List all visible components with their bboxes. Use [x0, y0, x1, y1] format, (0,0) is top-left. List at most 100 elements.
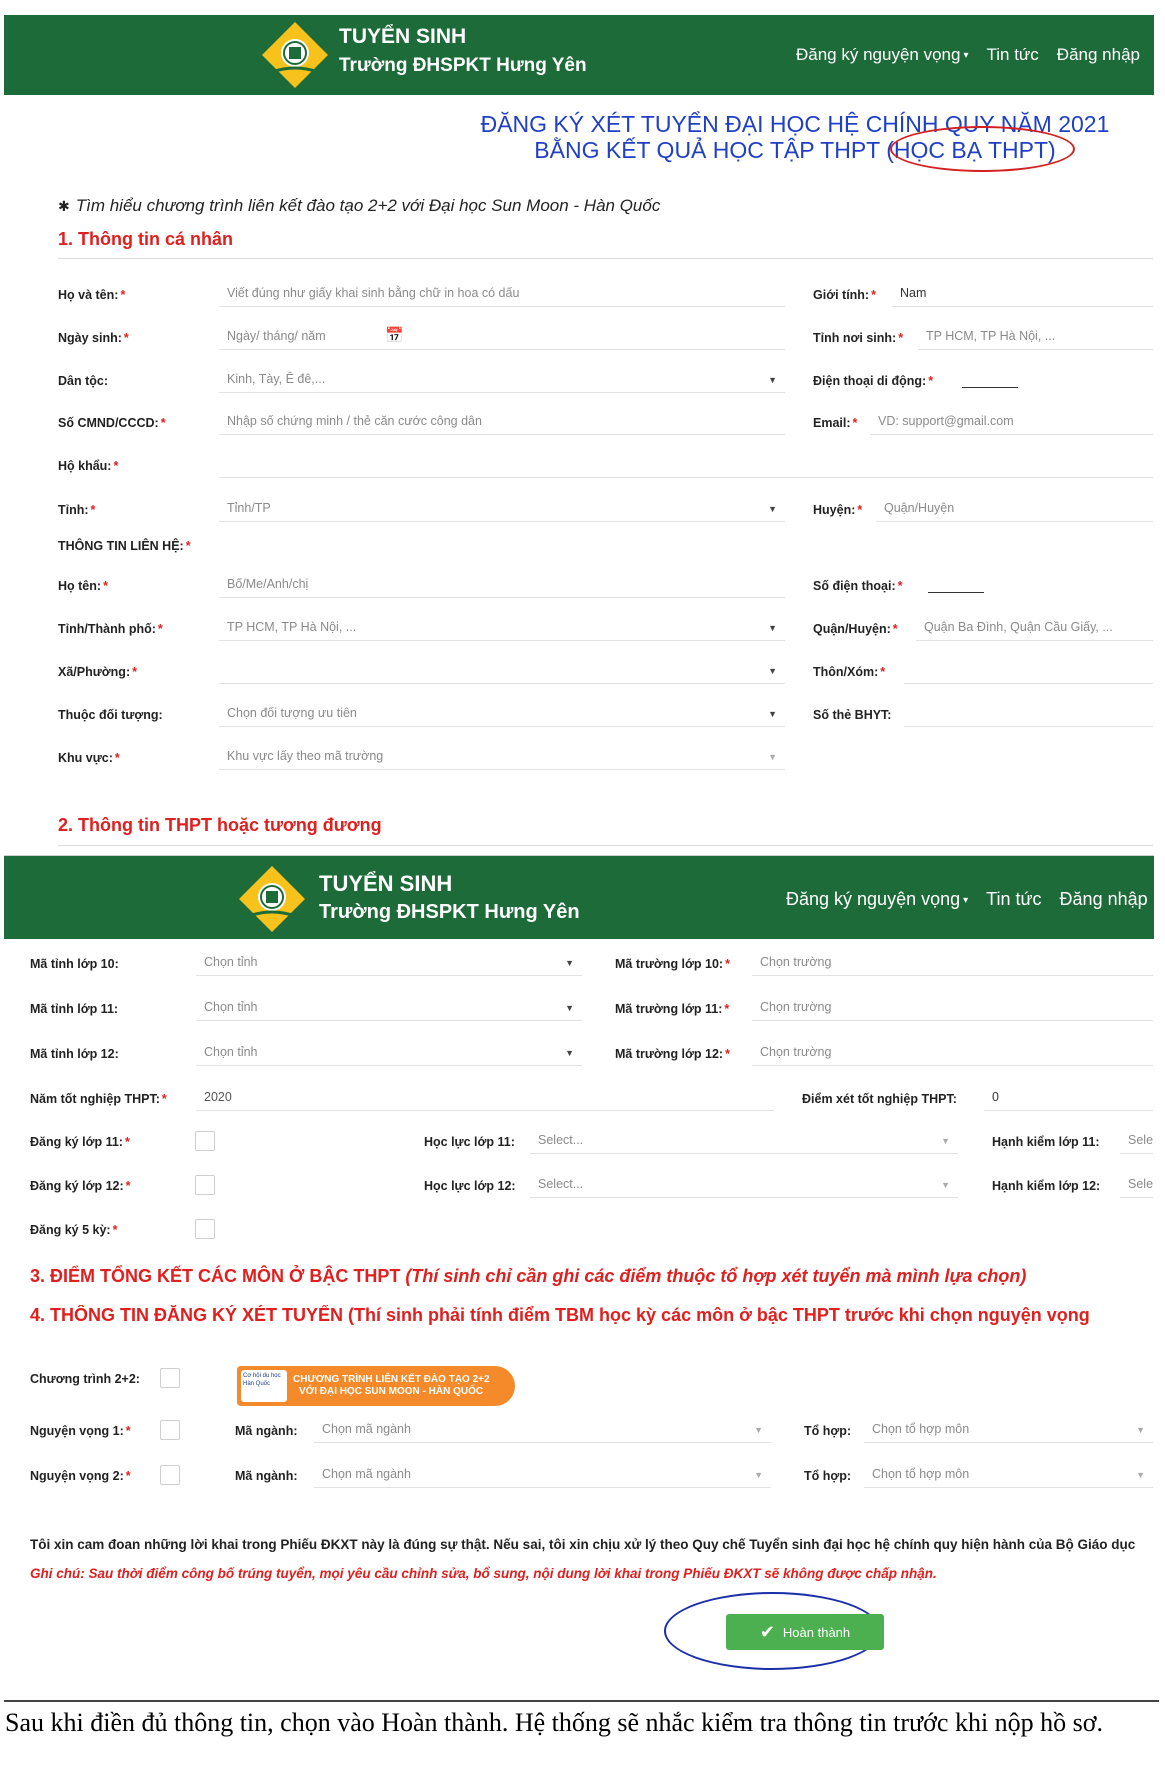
reg-11-checkbox[interactable] [195, 1131, 215, 1151]
insurance-input[interactable] [904, 703, 1153, 727]
label-ability-11: Học lực lớp 11: [424, 1135, 515, 1149]
label-reg-12: Đăng ký lớp 12: * [30, 1179, 131, 1193]
major-2-select[interactable]: Chọn mã ngành ▼ [314, 1464, 771, 1488]
school-10-input[interactable]: Chọn trường [752, 952, 1153, 976]
note-text: Ghi chú: Sau thời điểm công bố trúng tuy… [30, 1566, 937, 1581]
province-12-select[interactable]: Chọn tỉnh ▼ [196, 1042, 582, 1066]
label-grad-year: Năm tốt nghiệp THPT: * [30, 1092, 167, 1106]
label-dob: Ngày sinh: * [58, 331, 129, 345]
idcard-input[interactable]: Nhập số chứng minh / thẻ căn cước công d… [219, 411, 785, 435]
school-logo-icon[interactable] [237, 864, 307, 934]
section-school-info: 2. Thông tin THPT hoặc tương đương [58, 815, 382, 835]
combo-2-select[interactable]: Chọn tổ hợp môn ▼ [864, 1464, 1153, 1488]
ability-12-select[interactable]: Select... ▼ [530, 1174, 958, 1198]
choice-1-checkbox[interactable] [160, 1420, 180, 1440]
email-input[interactable]: VD: support@gmail.com [870, 411, 1153, 435]
caret-down-icon: ▼ [1136, 1425, 1145, 1435]
declaration-text: Tôi xin cam đoan những lời khai trong Ph… [30, 1537, 1136, 1552]
fullname-input[interactable]: Viết đúng như giấy khai sinh bằng chữ in… [219, 283, 785, 307]
label-ward: Xã/Phường: * [58, 665, 137, 679]
contact-name-input[interactable]: Bố/Me/Anh/chị [219, 574, 785, 598]
nav-news[interactable]: Tin tức [986, 889, 1041, 910]
caret-down-icon: ▼ [768, 623, 777, 633]
province-11-select[interactable]: Chọn tỉnh ▼ [196, 997, 582, 1021]
birthplace-input[interactable]: TP HCM, TP Hà Nội, ... [918, 326, 1153, 350]
program-banner[interactable]: Cơ hội du học Hàn Quốc CHƯƠNG TRÌNH LIÊN… [237, 1366, 515, 1406]
caret-down-icon: ▾ [963, 50, 969, 62]
label-grad-score: Điểm xét tốt nghiệp THPT: [802, 1092, 957, 1106]
brand-subtitle: Trường ĐHSPKT Hưng Yên [319, 901, 580, 923]
section-scores: 3. ĐIỂM TỔNG KẾT CÁC MÔN Ở BẬC THPT (Thí… [30, 1266, 1027, 1286]
school-12-input[interactable]: Chọn trường [752, 1042, 1153, 1066]
school-logo-icon[interactable] [260, 20, 330, 90]
brand-title: TUYỂN SINH [339, 25, 467, 48]
combo-1-select[interactable]: Chọn tổ hợp môn ▼ [864, 1419, 1153, 1443]
red-annotation-circle [890, 126, 1075, 172]
reg-12-checkbox[interactable] [195, 1175, 215, 1195]
nav-login[interactable]: Đăng nhập [1057, 45, 1140, 65]
label-priority: Thuộc đối tượng: [58, 708, 163, 722]
priority-select[interactable]: Chọn đối tượng ưu tiên ▼ [219, 703, 785, 727]
province-select[interactable]: Tỉnh/TP ▼ [219, 498, 785, 522]
caret-down-icon: ▼ [768, 709, 777, 719]
hamlet-input[interactable] [904, 660, 1153, 684]
label-gender: Giới tính: * [813, 288, 876, 302]
label-conduct-11: Hạnh kiểm lớp 11: [992, 1135, 1100, 1149]
label-province: Tỉnh: * [58, 503, 96, 517]
nav-login[interactable]: Đăng nhập [1060, 889, 1148, 910]
major-1-select[interactable]: Chọn mã ngành ▼ [314, 1419, 771, 1443]
program-notice[interactable]: ✱ Tìm hiểu chương trình liên kết đào tạo … [58, 196, 660, 216]
calendar-icon[interactable]: 📅 [385, 326, 404, 344]
ability-11-select[interactable]: Select... ▼ [530, 1130, 958, 1154]
label-contact-phone: Số điện thoại: * [813, 579, 903, 593]
grad-year-input[interactable]: 2020 [196, 1087, 774, 1111]
label-ability-12: Học lực lớp 12: [424, 1179, 516, 1193]
submit-button[interactable]: ✔ Hoàn thành [726, 1614, 884, 1650]
dob-input[interactable]: Ngày/ tháng/ năm [219, 326, 785, 350]
brand-title: TUYỂN SINH [319, 871, 453, 896]
zone-select[interactable]: Khu vực lấy theo mã trường ▼ [219, 746, 785, 770]
label-province-12: Mã tỉnh lớp 12: [30, 1047, 119, 1061]
ward-select[interactable]: ▼ [219, 660, 785, 684]
top-nav: Đăng ký nguyện vọng ▾ Tin tức Đăng nhập [786, 889, 1148, 910]
nav-register[interactable]: Đăng ký nguyện vọng ▾ [796, 45, 968, 65]
label-mobile: Điện thoại di động: * [813, 374, 934, 388]
program-checkbox[interactable] [160, 1368, 180, 1388]
contact-heading: THÔNG TIN LIÊN HỆ: * [58, 539, 191, 553]
ethnic-select[interactable]: Kinh, Tày, Ê đê,... ▼ [219, 369, 785, 393]
label-choice-1: Nguyện vọng 1: * [30, 1424, 131, 1438]
caret-down-icon: ▼ [565, 958, 574, 968]
label-province-10: Mã tỉnh lớp 10: [30, 957, 119, 971]
label-idcard: Số CMND/CCCD: * [58, 416, 166, 430]
label-ethnic: Dân tộc: [58, 374, 108, 388]
label-district: Huyện: * [813, 503, 863, 517]
site-header: TUYỂN SINH Trường ĐHSPKT Hưng Yên Đăng k… [4, 15, 1154, 95]
divider [58, 845, 1153, 846]
province-10-select[interactable]: Chọn tỉnh ▼ [196, 952, 582, 976]
bullet-icon: ✱ [58, 198, 70, 214]
label-major-1: Mã ngành: [235, 1424, 298, 1438]
section-registration: 4. THÔNG TIN ĐĂNG KÝ XÉT TUYỂN (Thí sinh… [30, 1305, 1090, 1325]
conduct-12-select[interactable]: Sele [1120, 1174, 1153, 1198]
label-school-10: Mã trường lớp 10: * [615, 957, 730, 971]
contact-city-select[interactable]: TP HCM, TP Hà Nội, ... ▼ [219, 617, 785, 641]
nav-news[interactable]: Tin tức [986, 45, 1038, 65]
mobile-input[interactable] [962, 387, 1018, 388]
district-input[interactable]: Quận/Huyện [876, 498, 1153, 522]
contact-district-input[interactable]: Quận Ba Đình, Quận Cầu Giấy, ... [916, 617, 1153, 641]
nav-register[interactable]: Đăng ký nguyện vọng ▾ [786, 889, 968, 910]
label-email: Email: * [813, 416, 858, 430]
reg-5-checkbox[interactable] [195, 1219, 215, 1239]
contact-phone-input[interactable] [928, 592, 984, 593]
label-major-2: Mã ngành: [235, 1469, 298, 1483]
label-combo-1: Tổ hợp: [804, 1424, 852, 1438]
caret-down-icon: ▼ [1136, 1470, 1145, 1480]
document-caption: Sau khi điền đủ thông tin, chọn vào Hoàn… [5, 1708, 1104, 1737]
household-input[interactable] [219, 454, 1153, 478]
school-11-input[interactable]: Chọn trường [752, 997, 1153, 1021]
label-program: Chương trình 2+2: [30, 1372, 140, 1386]
choice-2-checkbox[interactable] [160, 1465, 180, 1485]
grad-score-input[interactable]: 0 [984, 1087, 1153, 1111]
conduct-11-select[interactable]: Sele [1120, 1130, 1153, 1154]
gender-select[interactable]: Nam [892, 283, 1153, 307]
